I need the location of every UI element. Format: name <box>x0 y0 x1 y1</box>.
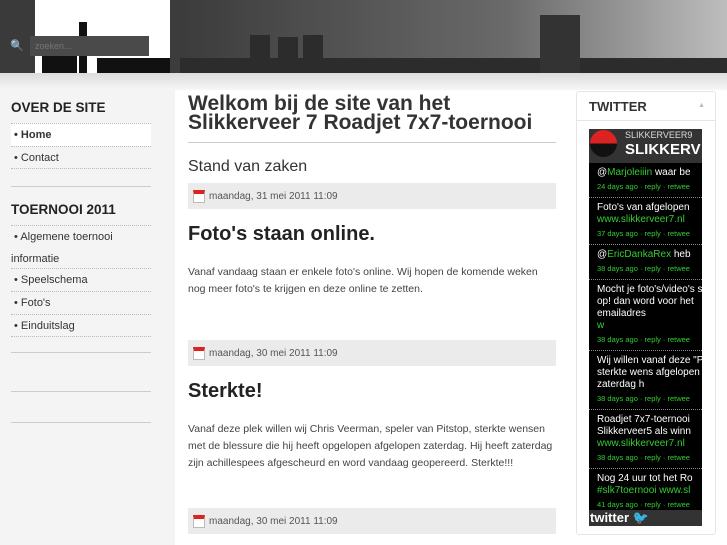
sidebar-item-algemene[interactable]: • Algemene toernooi informatie <box>11 225 151 268</box>
twitter-name: SLIKKERV <box>625 141 701 158</box>
divider <box>11 391 151 392</box>
twitter-panel-header: TWITTER ▲ <box>577 92 715 121</box>
sidebar-heading-over: OVER DE SITE <box>11 100 106 115</box>
post-title[interactable]: Sterkte! <box>188 380 556 403</box>
divider <box>11 186 151 187</box>
tweet-meta[interactable]: 38 days ago · reply · retwee <box>597 452 702 464</box>
post-date: maandag, 31 mei 2011 11:09 <box>188 183 556 209</box>
post-date: maandag, 30 mei 2011 11:09 <box>188 508 556 534</box>
sidebar-item-contact[interactable]: • Contact <box>11 146 151 169</box>
sidebar-item-speelschema[interactable]: • Speelschema <box>11 268 151 291</box>
tweet: Mocht je foto's/video's stuur ze op! dan… <box>589 280 702 351</box>
sidebar-heading-toernooi: TOERNOOI 2011 <box>11 202 116 217</box>
divider <box>11 352 151 353</box>
twitter-logo[interactable]: twitter 🐦 <box>589 510 702 526</box>
tweet: Nog 24 uur tot het Ro #slk7toernooi www.s… <box>589 469 702 516</box>
post-date: maandag, 30 mei 2011 11:09 <box>188 340 556 366</box>
tweet-meta[interactable]: 24 days ago · reply · retwee <box>597 181 702 193</box>
post-body: Vanaf deze plek willen wij Chris Veerman… <box>188 423 553 469</box>
collapse-icon[interactable]: ▲ <box>698 102 705 109</box>
tweet-meta[interactable]: 38 days ago · reply · retwee <box>597 263 702 275</box>
tweet-link[interactable]: www.slikkerveer7.nl <box>597 214 685 225</box>
sidebar-item-einduitslag[interactable]: • Einduitslag <box>11 314 151 337</box>
tweet-link[interactable]: Marjoleiiin <box>607 167 652 178</box>
page-title: Welkom bij de site van het Slikkerveer 7… <box>188 93 556 143</box>
divider <box>11 422 151 423</box>
sidebar-item-home[interactable]: • Home <box>11 123 151 146</box>
header-band <box>0 73 727 90</box>
tweet-link[interactable]: #slk7toernooi www.sl <box>597 485 690 496</box>
calendar-icon <box>193 189 205 203</box>
search-input[interactable] <box>30 36 149 56</box>
header: 🔍 <box>0 0 727 73</box>
main-content: Welkom bij de site van het Slikkerveer 7… <box>188 90 556 534</box>
post-body: Vanaf vandaag staan er enkele foto's onl… <box>188 266 538 295</box>
tweet-link[interactable]: EricDankaRex <box>607 249 671 260</box>
tweet: @EricDankaRex heb 38 days ago · reply · r… <box>589 245 702 280</box>
tweet-meta[interactable]: 38 days ago · reply · retwee <box>597 334 702 346</box>
section-subtitle: Stand van zaken <box>188 158 308 175</box>
search-icon: 🔍 <box>10 40 24 52</box>
tweet: Foto's van afgelopen www.slikkerveer7.nl 3… <box>589 198 702 245</box>
twitter-username[interactable]: SLIKKERVEER9 <box>625 130 692 140</box>
twitter-widget: SLIKKERVEER9 SLIKKERV @Marjoleiiin waar … <box>589 129 702 526</box>
tweet-link[interactable]: www.slikkerveer7.nl <box>597 438 685 449</box>
tweet-meta[interactable]: 38 days ago · reply · retwee <box>597 393 702 405</box>
tweet: Wij willen vanaf deze "Pitstop" sterkte … <box>589 351 702 410</box>
profile-avatar[interactable] <box>590 130 617 157</box>
tweet-meta[interactable]: 37 days ago · reply · retwee <box>597 228 702 240</box>
tweet: @Marjoleiiin waar be 24 days ago · reply … <box>589 163 702 198</box>
sidebar: OVER DE SITE • Home • Contact TOERNOOI 2… <box>0 90 175 545</box>
calendar-icon <box>193 346 205 360</box>
calendar-icon <box>193 514 205 528</box>
tweet-link[interactable]: w <box>597 320 604 331</box>
sidebar-item-fotos[interactable]: • Foto's <box>11 291 151 314</box>
post-title[interactable]: Foto's staan online. <box>188 223 556 246</box>
twitter-panel: TWITTER ▲ SLIKKERVEER9 SLIKKERV @Marjolei… <box>576 91 716 535</box>
tweet: Roadjet 7x7-toernooi Slikkerveer5 als wi… <box>589 410 702 469</box>
